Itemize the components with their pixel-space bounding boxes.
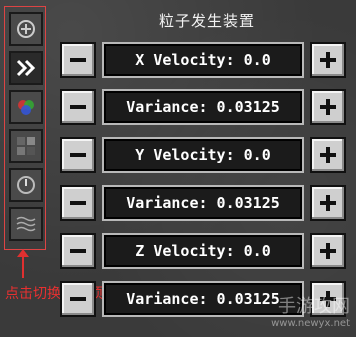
clock-icon [17,176,35,194]
y-variance-field: Variance: 0.03125 [102,185,304,221]
tab-velocity[interactable] [9,51,43,85]
minus-icon [70,249,86,253]
tab-color[interactable] [9,90,43,124]
tab-add[interactable] [9,12,43,46]
z-velocity-field: Z Velocity: 0.0 [102,233,304,269]
watermark: 手游攻网 www.newyx.net [271,292,350,329]
annotation-arrow [22,252,24,278]
watermark-url: www.newyx.net [271,318,350,329]
increase-button[interactable] [310,233,346,269]
z-velocity-row: Z Velocity: 0.0 [60,233,346,269]
wave-icon [16,216,36,232]
plus-icon [320,243,336,259]
x-variance-field: Variance: 0.03125 [102,89,304,125]
tab-texture[interactable] [9,129,43,163]
texture-icon [17,137,35,155]
settings-tab-strip [4,6,46,250]
minus-icon [70,105,86,109]
particle-generator-panel: 粒子发生装置 点击切换设置项 X Velocity: 0.0 Variance:… [0,0,356,337]
y-velocity-field: Y Velocity: 0.0 [102,137,304,173]
decrease-button[interactable] [60,89,96,125]
tab-lifetime[interactable] [9,168,43,202]
plus-circle-icon [17,20,35,38]
minus-icon [70,297,86,301]
color-wheel-icon [18,100,34,115]
minus-icon [70,58,86,62]
plus-icon [320,99,336,115]
plus-icon [320,195,336,211]
tab-motion[interactable] [9,207,43,241]
increase-button[interactable] [310,89,346,125]
plus-icon [320,52,336,68]
increase-button[interactable] [310,42,346,78]
x-velocity-row: X Velocity: 0.0 [60,42,346,78]
x-velocity-field: X Velocity: 0.0 [102,42,304,78]
minus-icon [70,201,86,205]
decrease-button[interactable] [60,281,96,317]
watermark-text: 手游攻网 [278,296,350,317]
plus-icon [320,147,336,163]
decrease-button[interactable] [60,42,96,78]
y-variance-row: Variance: 0.03125 [60,185,346,221]
x-variance-row: Variance: 0.03125 [60,89,346,125]
minus-icon [70,153,86,157]
decrease-button[interactable] [60,185,96,221]
increase-button[interactable] [310,185,346,221]
decrease-button[interactable] [60,233,96,269]
increase-button[interactable] [310,137,346,173]
double-chevron-right-icon [16,59,36,77]
page-title: 粒子发生装置 [158,12,255,30]
y-velocity-row: Y Velocity: 0.0 [60,137,346,173]
decrease-button[interactable] [60,137,96,173]
